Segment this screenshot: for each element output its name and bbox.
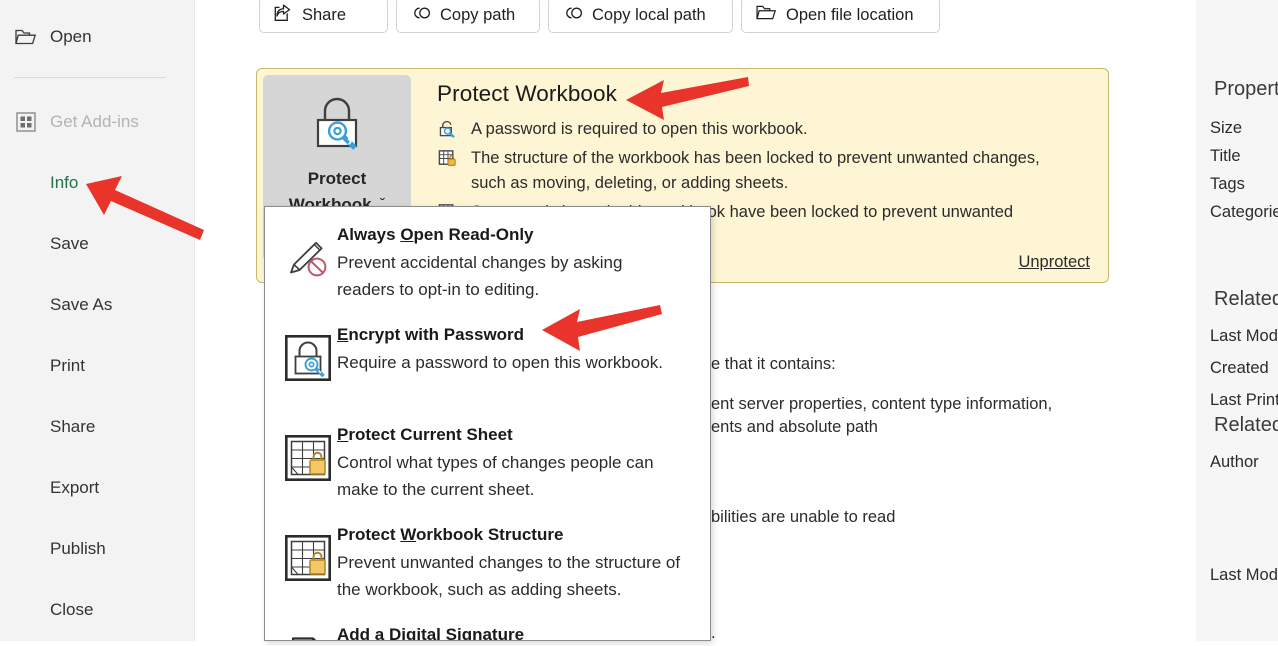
sidebar-item-label: Close (50, 600, 94, 619)
pencil-no-edit-icon (279, 219, 337, 303)
menu-item-title: Always Open Read-Only (337, 225, 534, 244)
protect-status-text: The structure of the workbook has been l… (471, 149, 1040, 192)
open-folder-icon (14, 25, 38, 49)
sidebar-item-label: Save As (50, 295, 113, 314)
related-dates-heading: Related Dates (1214, 288, 1278, 310)
sidebar-item-save-as[interactable]: Save As (0, 286, 194, 324)
property-label-last-printed: Last Printed (1210, 391, 1278, 409)
lock-key-boxed-icon (279, 319, 337, 381)
share-icon (274, 4, 293, 27)
menu-item-description: Control what types of changes people can… (337, 453, 654, 499)
arrow-to-info (86, 176, 204, 240)
arrow-to-encrypt-password (542, 305, 662, 351)
inspect-fragment-3: . (711, 624, 716, 642)
add-ins-grid-icon (14, 110, 38, 134)
sheet-lock-boxed-icon (279, 519, 337, 603)
property-label-created: Created (1210, 359, 1269, 377)
properties-rail: Properties Size Title Tags Categories Re… (1196, 0, 1278, 641)
unprotect-link[interactable]: Unprotect (1018, 253, 1090, 272)
properties-heading: Properties (1214, 78, 1278, 100)
open-file-location-button[interactable]: Open file location (741, 0, 940, 33)
protect-status-row: The structure of the workbook has been l… (437, 146, 1097, 196)
sidebar-item-label: Publish (50, 539, 106, 558)
sidebar-item-share[interactable]: Share (0, 408, 194, 446)
lock-key-icon (306, 93, 368, 158)
sidebar-item-export[interactable]: Export (0, 469, 194, 507)
property-label-last-modified: Last Modified (1210, 327, 1278, 345)
sheet-lock-icon (437, 146, 459, 196)
protect-workbook-button-label-1: Protect (307, 169, 367, 188)
menu-item-title: Protect Current Sheet (337, 425, 513, 444)
inspect-line-4: bilities are unable to read (711, 508, 896, 526)
link-icon (411, 5, 431, 26)
share-button[interactable]: Share (259, 0, 388, 33)
sidebar-item-publish[interactable]: Publish (0, 530, 194, 568)
protect-status-row: A password is required to open this work… (437, 117, 1097, 148)
sidebar-item-label: Share (50, 417, 96, 436)
certificate-icon (279, 619, 337, 640)
menu-item-add-digital-signature[interactable]: Add a Digital Signature (265, 619, 710, 641)
sidebar-item-label: Print (50, 356, 85, 375)
related-people-heading: Related People (1214, 414, 1278, 436)
sidebar-item-print[interactable]: Print (0, 347, 194, 385)
share-button-label: Share (302, 5, 347, 24)
sheet-lock-boxed-icon (279, 419, 337, 503)
menu-item-description: Prevent accidental changes by asking rea… (337, 253, 623, 299)
property-label-title: Title (1210, 147, 1241, 165)
protect-workbook-dropdown-menu: Always Open Read-Only Prevent accidental… (264, 206, 711, 641)
property-label-categories: Categories (1210, 203, 1278, 221)
property-label-size: Size (1210, 119, 1243, 137)
menu-item-description: Prevent unwanted changes to the structur… (337, 553, 681, 599)
copy-path-button[interactable]: Copy path (396, 0, 540, 33)
open-file-location-button-label: Open file location (786, 5, 914, 24)
sidebar-item-label: Save (50, 234, 89, 253)
menu-item-title: Protect Workbook Structure (337, 525, 564, 544)
open-folder-icon (756, 4, 777, 26)
copy-path-button-label: Copy path (440, 5, 516, 24)
sidebar-item-close[interactable]: Close (0, 591, 194, 629)
copy-local-path-button-label: Copy local path (592, 5, 706, 24)
panel-title: Protect Workbook (437, 81, 618, 106)
inspect-line-3: ents and absolute path (711, 418, 878, 436)
property-label-last-modified-by: Last Modified By (1210, 566, 1278, 584)
property-label-author: Author (1210, 453, 1259, 471)
menu-item-protect-current-sheet[interactable]: Protect Current Sheet Control what types… (265, 419, 710, 503)
inspect-line-1: e that it contains: (711, 355, 836, 373)
sidebar-divider (14, 77, 166, 78)
menu-item-title: Add a Digital Signature (337, 625, 525, 641)
sidebar-item-open[interactable]: Open (0, 18, 194, 56)
sidebar-item-label: Export (50, 478, 100, 497)
property-label-tags: Tags (1210, 175, 1245, 193)
menu-item-always-open-read-only[interactable]: Always Open Read-Only Prevent accidental… (265, 219, 710, 303)
sidebar-item-label: Info (50, 173, 79, 192)
sidebar-item-get-add-ins[interactable]: Get Add-ins (0, 103, 194, 141)
menu-item-protect-workbook-structure[interactable]: Protect Workbook Structure Prevent unwan… (265, 519, 710, 603)
backstage-sidebar: Open Get Add-ins Info Save Save As Print… (0, 0, 195, 641)
arrow-to-protect-workbook (626, 77, 749, 120)
copy-local-path-button[interactable]: Copy local path (548, 0, 733, 33)
lock-key-icon (437, 117, 459, 148)
link-icon (563, 5, 583, 26)
